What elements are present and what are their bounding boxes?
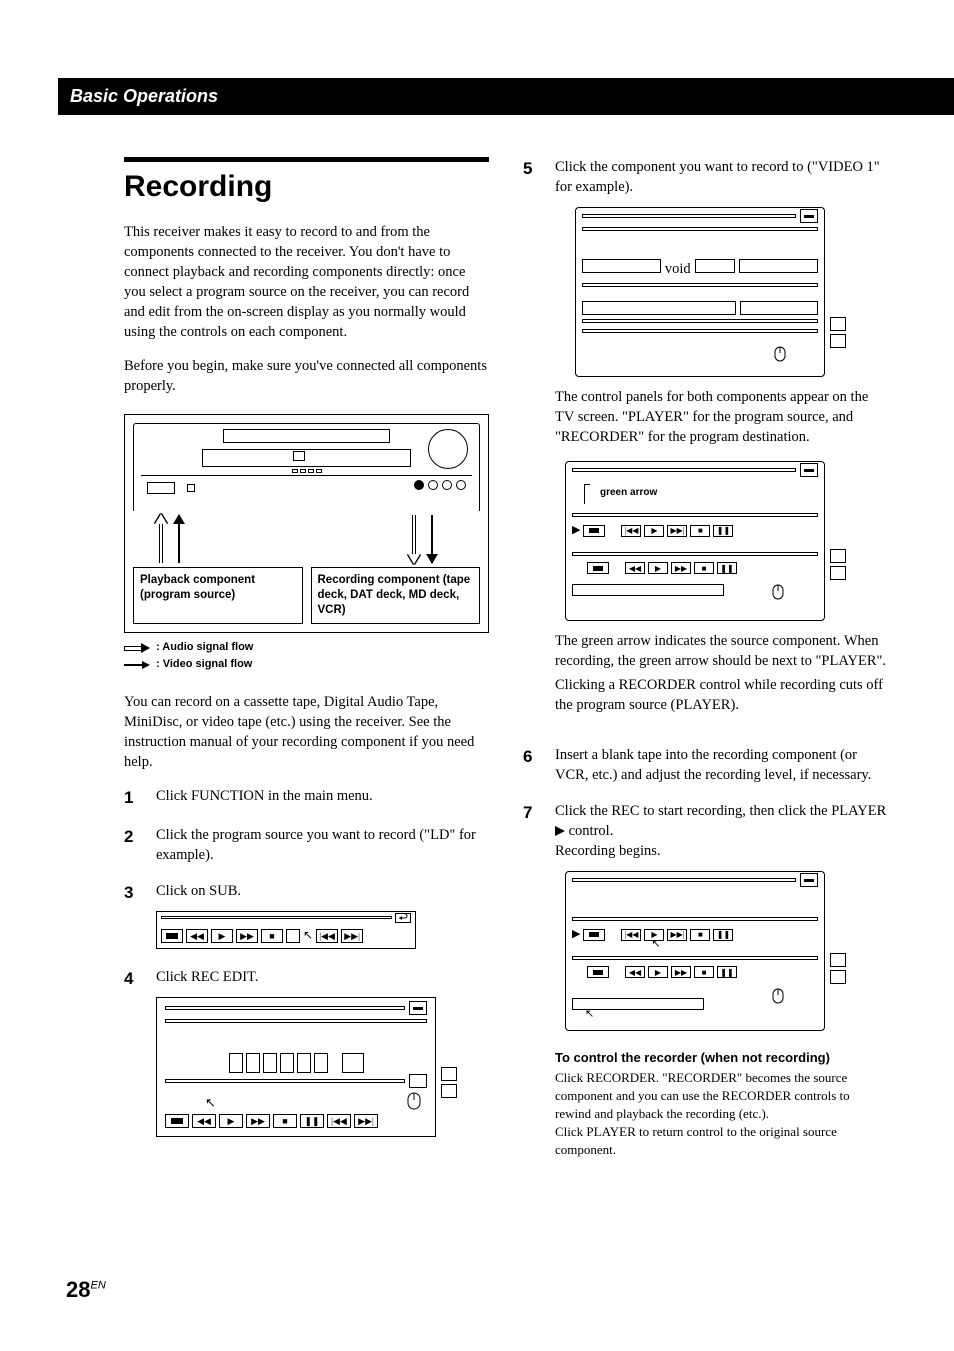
step-1: 1 Click FUNCTION in the main menu. (124, 786, 489, 809)
step-number: 7 (523, 801, 541, 1159)
page-number: 28EN (66, 1277, 106, 1303)
step-number: 5 (523, 157, 541, 729)
footer-body: Click RECORDER. "RECORDER" becomes the s… (555, 1069, 888, 1159)
speaker-icon (830, 549, 846, 563)
step-text: Click on SUB. (156, 881, 489, 901)
signal-flow-legend: : Audio signal flow : Video signal flow (124, 639, 489, 674)
section-header: Basic Operations (58, 78, 954, 115)
step-3: 3 Click on SUB. ◀◀ ▶ (124, 881, 489, 951)
cursor-icon: ↖ (303, 927, 313, 944)
green-arrow-icon: ▶ (572, 927, 580, 942)
footer-subhead: To control the recorder (when not record… (555, 1049, 888, 1067)
step-4-figure: ↖ ◀◀ ▶ ▶▶ ■ ❚❚ |◀◀ (156, 997, 436, 1137)
arrow-up-solid-icon (173, 515, 185, 563)
cursor-icon: ↖ (651, 937, 660, 952)
mouse-icon (774, 346, 786, 368)
arrow-up-hollow-icon (155, 515, 167, 563)
step-text-line2: Recording begins. (555, 841, 888, 861)
connection-diagram: Playback component (program source) Reco… (124, 414, 489, 633)
step-text: Click the program source you want to rec… (156, 825, 489, 865)
step-5-figure-1: void (575, 207, 825, 377)
page-title: Recording (124, 170, 489, 204)
step-text: Click REC EDIT. (156, 967, 489, 987)
mouse-icon (772, 988, 784, 1010)
mouse-icon (772, 584, 784, 606)
step-6: 6 Insert a blank tape into the recording… (523, 745, 888, 785)
step-3-figure: ◀◀ ▶ ▶▶ ■ ↖ |◀◀ ▶▶| (156, 911, 416, 949)
hollow-arrow-icon (124, 644, 150, 652)
step-7-figure: ▶ |◀◀ ▶↖ ▶▶| ■ ❚❚ (565, 871, 825, 1031)
playback-component-label: Playback component (program source) (133, 567, 303, 624)
title-rule (124, 157, 489, 162)
step-number: 6 (523, 745, 541, 785)
green-arrow-label: green arrow (600, 486, 657, 500)
recording-component-label: Recording component (tape deck, DAT deck… (311, 567, 481, 624)
step-text: Click the component you want to record t… (555, 157, 888, 197)
mouse-icon (407, 1092, 421, 1116)
step-5-after-text-2b: Clicking a RECORDER control while record… (555, 675, 888, 715)
step-7: 7 Click the REC to start recording, then… (523, 801, 888, 1159)
speaker-icon (441, 1067, 457, 1081)
return-icon (398, 914, 408, 922)
cursor-icon: ↖ (205, 1094, 216, 1112)
step-4: 4 Click REC EDIT. (124, 967, 489, 1139)
step-text: Click the REC to start recording, then c… (555, 801, 888, 841)
signal-arrows (133, 515, 480, 563)
step-number: 2 (124, 825, 142, 865)
intro-paragraph-2: Before you begin, make sure you've conne… (124, 356, 489, 396)
step-number: 1 (124, 786, 142, 809)
step-5: 5 Click the component you want to record… (523, 157, 888, 729)
green-arrow-icon: ▶ (572, 523, 580, 538)
speaker-icon (830, 317, 846, 331)
receiver-illustration (133, 423, 480, 511)
after-diagram-paragraph: You can record on a cassette tape, Digit… (124, 692, 489, 772)
arrow-down-solid-icon (426, 515, 438, 563)
return-icon (830, 566, 846, 580)
arrow-down-hollow-icon (408, 515, 420, 563)
intro-paragraph-1: This receiver makes it easy to record to… (124, 222, 489, 342)
step-2: 2 Click the program source you want to r… (124, 825, 489, 865)
play-icon (555, 826, 565, 836)
speaker-icon (830, 953, 846, 967)
solid-arrow-icon (124, 661, 150, 669)
step-5-figure-2: green arrow ▶ |◀◀ ▶ ▶▶| ■ ❚❚ (565, 461, 825, 621)
return-icon (830, 334, 846, 348)
cursor-icon: ↖ (585, 1007, 594, 1022)
step-text: Insert a blank tape into the recording c… (555, 745, 888, 785)
step-text: Click FUNCTION in the main menu. (156, 786, 489, 809)
step-5-after-text-2a: The green arrow indicates the source com… (555, 631, 888, 671)
step-5-after-text: The control panels for both components a… (555, 387, 888, 447)
step-number: 3 (124, 881, 142, 951)
return-icon (830, 970, 846, 984)
step-number: 4 (124, 967, 142, 1139)
return-icon (441, 1084, 457, 1098)
